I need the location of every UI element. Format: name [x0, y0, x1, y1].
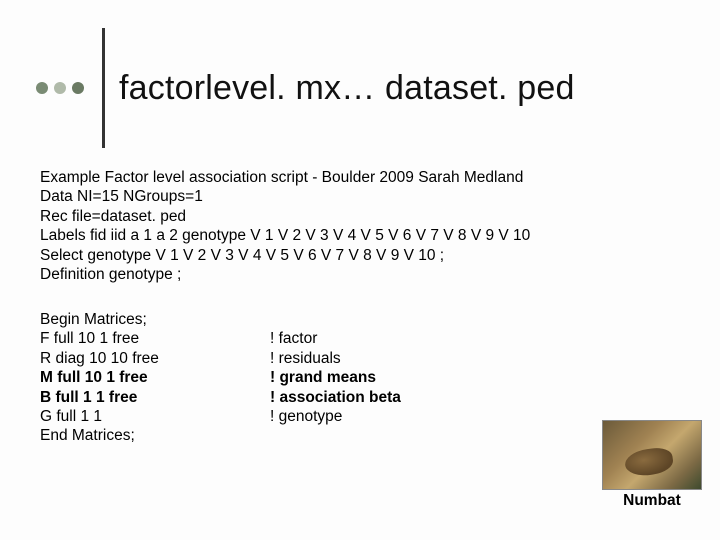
slide-title: factorlevel. mx… dataset. ped [119, 69, 575, 108]
matrix-comment: ! association beta [270, 388, 401, 407]
dot-icon [36, 82, 48, 94]
matrix-line: G full 1 1 [40, 407, 270, 426]
script-line: Select genotype V 1 V 2 V 3 V 4 V 5 V 6 … [40, 246, 680, 265]
script-line: Data NI=15 NGroups=1 [40, 187, 680, 206]
matrices-block: Begin Matrices; F full 10 1 free ! facto… [40, 310, 401, 446]
matrix-comment: ! factor [270, 329, 401, 348]
matrix-comment [270, 310, 401, 329]
script-line: Definition genotype ; [40, 265, 680, 284]
image-caption: Numbat [602, 492, 702, 510]
matrix-line: M full 10 1 free [40, 368, 270, 387]
vertical-divider [102, 28, 105, 148]
script-line: Rec file=dataset. ped [40, 207, 680, 226]
matrix-line: B full 1 1 free [40, 388, 270, 407]
matrix-line: F full 10 1 free [40, 329, 270, 348]
image-block: Numbat [602, 420, 702, 510]
slide-title-area: factorlevel. mx… dataset. ped [36, 28, 575, 148]
matrix-comment: ! genotype [270, 407, 401, 426]
numbat-photo [602, 420, 702, 490]
matrix-line: End Matrices; [40, 426, 270, 445]
matrix-comment: ! grand means [270, 368, 401, 387]
script-header-block: Example Factor level association script … [40, 168, 680, 284]
script-line: Labels fid iid a 1 a 2 genotype V 1 V 2 … [40, 226, 680, 245]
dot-icon [72, 82, 84, 94]
matrix-comment: ! residuals [270, 349, 401, 368]
script-line: Example Factor level association script … [40, 168, 680, 187]
matrix-comment [270, 426, 401, 445]
decorative-dots [36, 82, 84, 94]
dot-icon [54, 82, 66, 94]
matrix-line: Begin Matrices; [40, 310, 270, 329]
matrix-line: R diag 10 10 free [40, 349, 270, 368]
